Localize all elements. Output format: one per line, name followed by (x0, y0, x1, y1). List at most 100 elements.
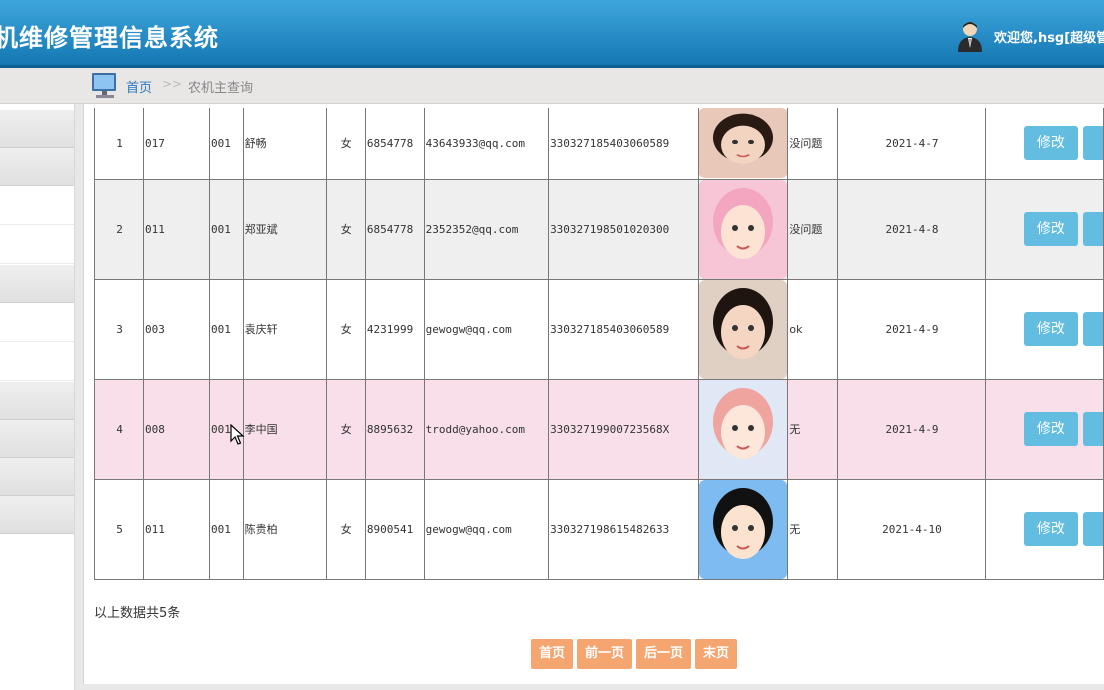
avatar (699, 108, 787, 178)
delete-button[interactable] (1082, 512, 1103, 546)
cell-group: 001 (208, 278, 244, 380)
cell-idcard: 330327185403060589 (548, 108, 700, 180)
cell-name: 郑亚斌 (242, 178, 327, 280)
cell-index: 1 (93, 108, 145, 180)
cell-name: 李中国 (242, 378, 327, 480)
cell-photo (698, 478, 789, 580)
monitor-icon (92, 73, 116, 98)
cell-code: 017 (143, 108, 210, 180)
sidebar-item[interactable] (0, 304, 74, 342)
cell-phone: 6854778 (364, 178, 425, 280)
sidebar-item[interactable] (0, 458, 74, 496)
cell-date: 2021-4-8 (837, 178, 986, 280)
cell-date: 2021-4-10 (837, 478, 986, 580)
avatar (699, 180, 787, 278)
cell-idcard: 330327198615482633 (548, 478, 700, 580)
record-count: 以上数据共5条 (94, 606, 181, 621)
cell-code: 003 (143, 278, 210, 380)
cell-photo (698, 378, 789, 480)
user-avatar-icon (958, 22, 982, 52)
cell-date: 2021-4-9 (837, 378, 986, 480)
cell-index: 3 (93, 278, 145, 380)
cell-note: 没问题 (787, 108, 838, 180)
cell-group: 001 (208, 178, 244, 280)
cell-actions: 修改 (984, 278, 1104, 380)
sidebar-item[interactable] (0, 110, 74, 148)
cell-note: ok (787, 278, 838, 380)
delete-button[interactable] (1082, 126, 1103, 161)
cell-index: 2 (93, 178, 145, 280)
cell-email: gewogw@qq.com (423, 278, 550, 380)
cell-group: 001 (208, 108, 244, 180)
cell-code: 011 (143, 478, 210, 580)
edit-button[interactable]: 修改 (1023, 126, 1078, 161)
cell-idcard: 330327198501020300 (548, 178, 700, 280)
avatar (699, 480, 787, 578)
mouse-cursor-icon (230, 424, 245, 445)
cell-actions: 修改 (984, 378, 1104, 480)
cell-email: 43643933@qq.com (423, 108, 550, 180)
cell-email: trodd@yahoo.com (423, 378, 550, 480)
sidebar-item[interactable] (0, 496, 74, 534)
cell-sex: 女 (325, 378, 366, 480)
sidebar-item[interactable] (0, 265, 74, 303)
cell-sex: 女 (325, 108, 366, 180)
sidebar-item[interactable] (0, 226, 74, 264)
cell-photo (698, 278, 789, 380)
sidebar-item[interactable] (0, 187, 74, 225)
edit-button[interactable]: 修改 (1023, 212, 1078, 246)
cell-code: 008 (143, 378, 210, 480)
app-header: 机维修管理信息系统 欢迎您,hsg[超级管 (0, 0, 1104, 68)
sidebar-item[interactable] (0, 382, 74, 420)
cell-index: 5 (93, 478, 145, 580)
edit-button[interactable]: 修改 (1023, 412, 1078, 446)
cell-name: 陈贵柏 (242, 478, 327, 580)
cell-date: 2021-4-9 (837, 278, 986, 380)
cell-photo (698, 108, 789, 180)
edit-button[interactable]: 修改 (1023, 312, 1078, 346)
sidebar (0, 104, 75, 690)
cell-note: 无 (787, 378, 838, 480)
cell-sex: 女 (325, 478, 366, 580)
table-row: 1 017 001 舒畅女 6854778 43643933@qq.com 33032718… (93, 108, 1104, 180)
edit-button[interactable]: 修改 (1023, 512, 1078, 546)
user-area: 欢迎您,hsg[超级管 (956, 20, 1104, 52)
cell-index: 4 (93, 378, 145, 480)
cell-name: 袁庆轩 (242, 278, 327, 380)
table-row: 2 011 001 郑亚斌女 6854778 2352352@qq.com 33032719… (93, 178, 1104, 280)
welcome-text: 欢迎您,hsg[超级管 (994, 30, 1104, 46)
cell-phone: 8900541 (364, 478, 425, 580)
prev-page-button[interactable]: 前一页 (577, 639, 633, 669)
cell-phone: 8895632 (364, 378, 425, 480)
cell-actions: 修改 (984, 178, 1104, 280)
main-content: 1 017 001 舒畅女 6854778 43643933@qq.com 33032718… (83, 104, 1104, 684)
delete-button[interactable] (1082, 312, 1103, 346)
delete-button[interactable] (1082, 412, 1103, 446)
cell-sex: 女 (325, 178, 366, 280)
cell-sex: 女 (325, 278, 366, 380)
last-page-button[interactable]: 末页 (695, 639, 738, 669)
sidebar-item[interactable] (0, 148, 74, 186)
cell-email: gewogw@qq.com (423, 478, 550, 580)
sidebar-item[interactable] (0, 420, 74, 458)
avatar (699, 280, 787, 378)
next-page-button[interactable]: 后一页 (636, 639, 692, 669)
cell-photo (698, 178, 789, 280)
cell-idcard: 33032719900723568X (548, 378, 700, 480)
cell-phone: 4231999 (364, 278, 425, 380)
pagination: 首页 前一页 后一页 末页 (531, 639, 738, 669)
cell-idcard: 330327185403060589 (548, 278, 700, 380)
app-title: 机维修管理信息系统 (0, 24, 219, 52)
breadcrumb: 首页 >> 农机主查询 (0, 68, 1104, 104)
breadcrumb-home-link[interactable]: 首页 (126, 77, 152, 96)
table-row: 5 011 001 陈贵柏女 8900541 gewogw@qq.com 330327198… (93, 478, 1104, 580)
cell-actions: 修改 (984, 108, 1104, 180)
cell-date: 2021-4-7 (837, 108, 986, 180)
farmer-table: 1 017 001 舒畅女 6854778 43643933@qq.com 33032718… (93, 108, 1104, 580)
first-page-button[interactable]: 首页 (531, 639, 574, 669)
delete-button[interactable] (1082, 212, 1103, 246)
cell-note: 无 (787, 478, 838, 580)
cell-code: 011 (143, 178, 210, 280)
avatar (699, 380, 787, 478)
sidebar-item[interactable] (0, 343, 74, 381)
